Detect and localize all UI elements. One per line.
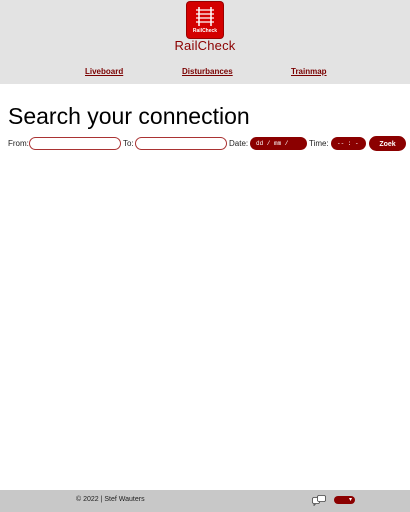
nav-trainmap[interactable]: Trainmap (291, 67, 327, 76)
logo-text: RailCheck (192, 28, 218, 34)
footer: © 2022 | Stef Wauters ▾ (0, 490, 410, 512)
from-label: From: (8, 139, 29, 148)
nav-disturbances[interactable]: Disturbances (182, 67, 233, 76)
railcheck-logo-icon[interactable]: RailCheck (187, 2, 223, 38)
date-label: Date: (229, 139, 249, 148)
page-title: Search your connection (8, 103, 250, 129)
to-label: To: (123, 139, 134, 148)
date-placeholder: dd / mm / jjjj (256, 140, 289, 160)
language-icon (312, 495, 326, 506)
time-placeholder: -- : -- (337, 140, 359, 160)
copyright-text: © 2022 | Stef Wauters (76, 496, 145, 503)
search-button[interactable]: Zoek (369, 136, 406, 151)
time-label: Time: (309, 139, 329, 148)
brand-title: RailCheck (174, 38, 236, 53)
time-input[interactable]: -- : -- (331, 137, 366, 160)
nav-liveboard[interactable]: Liveboard (85, 67, 123, 76)
language-select[interactable]: ▾ (334, 496, 355, 504)
from-input[interactable] (29, 137, 121, 150)
date-input[interactable]: dd / mm / jjjj (250, 137, 307, 160)
header: RailCheck RailCheck Liveboard Disturbanc… (0, 0, 410, 84)
to-input[interactable] (135, 137, 227, 150)
chevron-down-icon: ▾ (348, 497, 352, 503)
